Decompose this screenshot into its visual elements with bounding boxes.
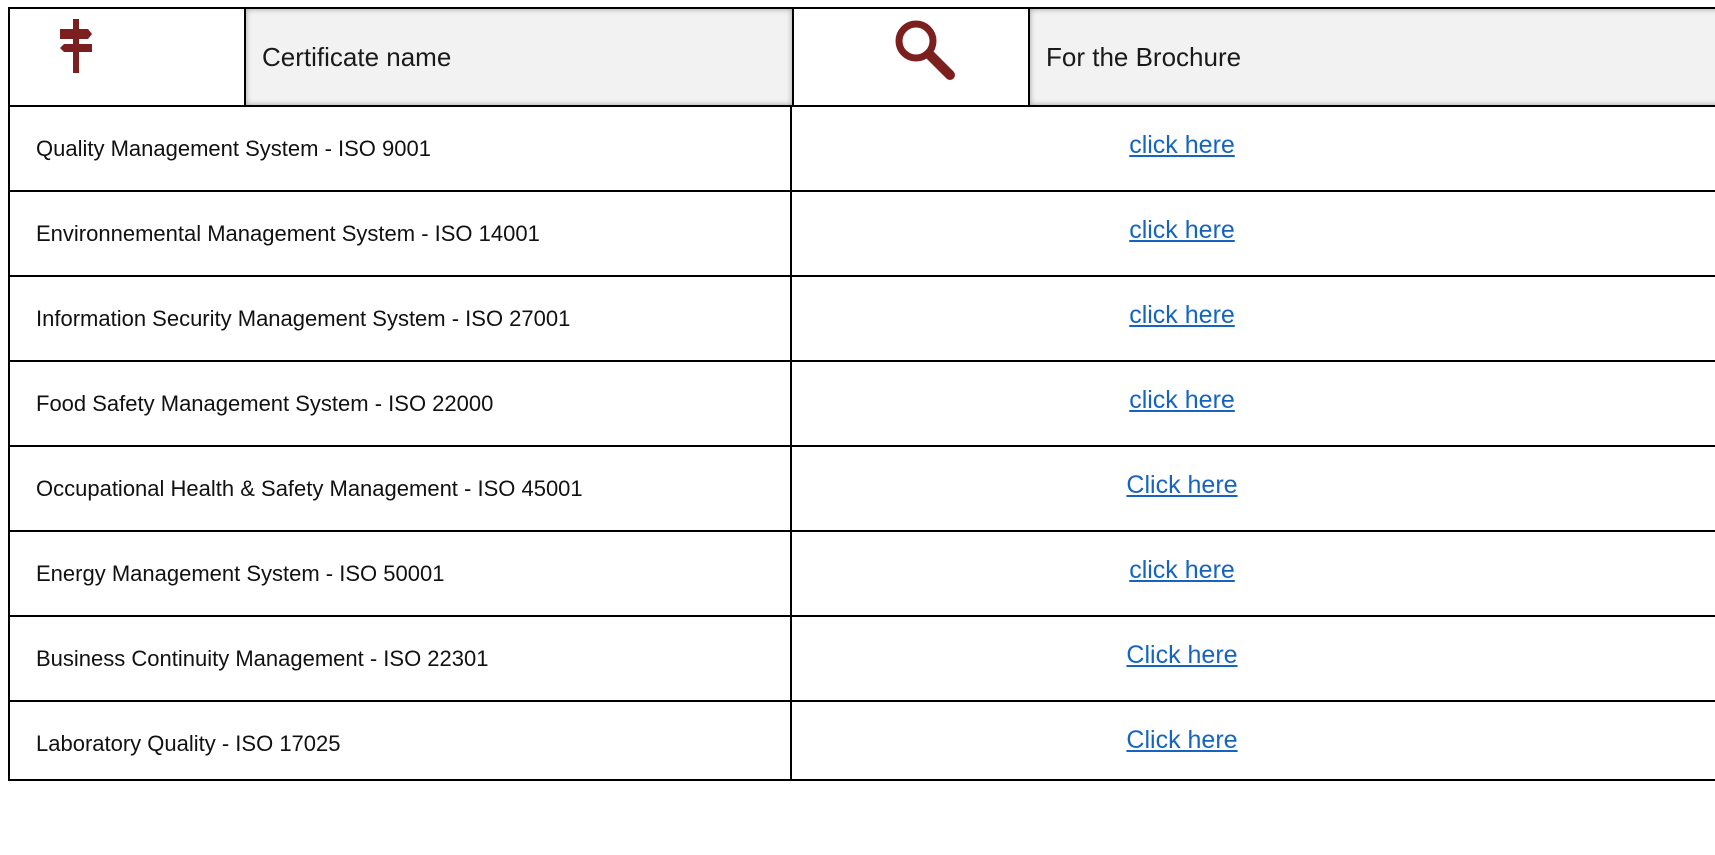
brochure-link[interactable]: Click here	[1126, 641, 1237, 670]
table-row: Energy Management System - ISO 50001 cli…	[10, 532, 1715, 617]
signpost-icon	[58, 19, 94, 78]
magnifier-icon	[894, 19, 956, 86]
table-row: Environnemental Management System - ISO …	[10, 192, 1715, 277]
certificate-name: Business Continuity Management - ISO 223…	[36, 645, 489, 671]
brochure-cell: click here	[792, 277, 1572, 360]
certificate-name: Environnemental Management System - ISO …	[36, 220, 540, 246]
header-icon-cell	[10, 9, 244, 105]
brochure-cell: click here	[792, 362, 1572, 445]
table-row: Business Continuity Management - ISO 223…	[10, 617, 1715, 702]
table-row: Quality Management System - ISO 9001 cli…	[10, 107, 1715, 192]
table-header: Certificate name For the Brochure	[10, 9, 1715, 107]
certificate-name: Food Safety Management System - ISO 2200…	[36, 390, 494, 416]
table-body: Quality Management System - ISO 9001 cli…	[10, 107, 1715, 783]
brochure-cell: Click here	[792, 447, 1572, 530]
certificate-name: Laboratory Quality - ISO 17025	[36, 730, 341, 756]
brochure-link[interactable]: click here	[1129, 216, 1235, 245]
brochure-cell: Click here	[792, 702, 1572, 785]
brochure-cell: Click here	[792, 617, 1572, 700]
certificate-name: Quality Management System - ISO 9001	[36, 135, 431, 161]
table-row: Occupational Health & Safety Management …	[10, 447, 1715, 532]
brochure-link[interactable]: Click here	[1126, 726, 1237, 755]
brochure-link[interactable]: click here	[1129, 131, 1235, 160]
column-header-brochure: For the Brochure	[1030, 9, 1715, 105]
certificate-name: Energy Management System - ISO 50001	[36, 560, 445, 586]
brochure-link[interactable]: click here	[1129, 556, 1235, 585]
brochure-link[interactable]: click here	[1129, 386, 1235, 415]
brochure-cell: click here	[792, 107, 1572, 190]
brochure-cell: click here	[792, 192, 1572, 275]
certificate-name: Information Security Management System -…	[36, 305, 571, 331]
column-header-certificate-name: Certificate name	[246, 9, 792, 105]
header-icon-cell	[794, 9, 1028, 105]
brochure-link[interactable]: click here	[1129, 301, 1235, 330]
certificates-table: Certificate name For the Brochure Qualit…	[8, 7, 1715, 781]
brochure-link[interactable]: Click here	[1126, 471, 1237, 500]
table-row: Laboratory Quality - ISO 17025 Click her…	[10, 702, 1715, 787]
table-row: Information Security Management System -…	[10, 277, 1715, 362]
brochure-cell: click here	[792, 532, 1572, 615]
table-row: Food Safety Management System - ISO 2200…	[10, 362, 1715, 447]
certificate-name: Occupational Health & Safety Management …	[36, 475, 583, 501]
